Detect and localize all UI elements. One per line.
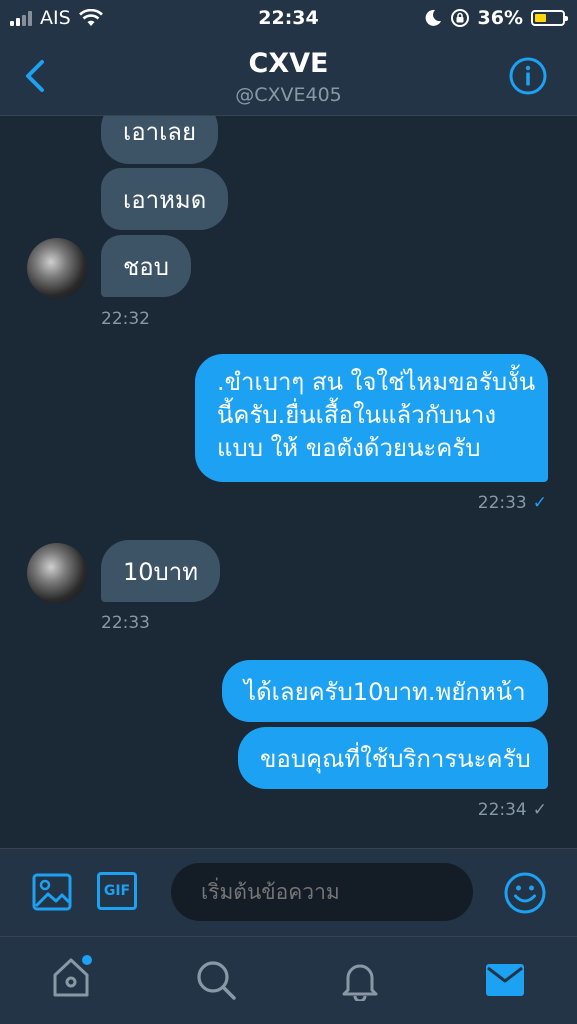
message-list[interactable]: เอาเลย เอาหมด ชอบ 22:32 .ขำเบาๆ สน ใจใช่…: [0, 116, 577, 848]
message-timestamp: 22:33 ✓: [478, 493, 547, 513]
avatar[interactable]: [27, 543, 87, 603]
message-bubble-incoming[interactable]: 10บาท: [101, 540, 221, 602]
info-icon[interactable]: [509, 57, 547, 95]
image-icon[interactable]: [32, 873, 72, 911]
search-icon[interactable]: [195, 959, 237, 1001]
message-text: เอาเลย: [123, 118, 197, 146]
message-text: ได้เลยครับ10บาท.พยักหน้า: [244, 678, 526, 706]
home-icon[interactable]: [50, 953, 96, 1001]
message-bubble-incoming[interactable]: เอาหมด: [101, 168, 229, 230]
message-text: 10บาท: [123, 558, 199, 586]
bottom-tab-bar: [0, 936, 577, 1024]
message-text: เอาหมด: [123, 186, 207, 214]
battery-percent: 36%: [477, 7, 523, 29]
message-bubble-outgoing[interactable]: .ขำเบาๆ สน ใจใช่ไหมขอรับงั้น นี้ครับ.ยื่…: [195, 354, 548, 482]
message-bubble-outgoing[interactable]: ได้เลยครับ10บาท.พยักหน้า: [222, 660, 548, 722]
conversation-handle: @CXVE405: [235, 84, 342, 106]
conversation-header: CXVE @CXVE405: [0, 38, 577, 116]
conversation-title: CXVE: [248, 48, 329, 79]
sent-check-icon: ✓: [532, 800, 547, 820]
rotation-lock-icon: [450, 9, 469, 27]
message-text: ชอบ: [123, 253, 169, 281]
bell-icon[interactable]: [340, 959, 380, 1001]
read-check-icon: ✓: [532, 493, 547, 513]
message-input[interactable]: [171, 863, 473, 921]
composer-bar: GIF: [0, 848, 577, 936]
message-text-line: .ขำเบาๆ สน ใจใช่ไหมขอรับงั้น: [217, 368, 536, 396]
message-text: ขอบคุณที่ใช้บริการนะครับ: [260, 745, 531, 773]
gif-icon[interactable]: GIF: [97, 872, 137, 910]
battery-icon: [531, 10, 568, 26]
emoji-icon[interactable]: [503, 871, 547, 915]
gif-label: GIF: [103, 883, 131, 899]
moon-icon: [425, 9, 441, 26]
timestamp-text: 22:33: [477, 493, 527, 513]
message-text-line: นี้ครับ.ยื่นเสื้อในแล้วกับนาง: [217, 401, 497, 429]
status-bar: AIS 22:34 36%: [0, 0, 577, 38]
message-bubble-incoming[interactable]: ชอบ: [101, 235, 191, 297]
message-timestamp: 22:32: [101, 309, 150, 329]
timestamp-text: 22:34: [477, 800, 527, 820]
avatar[interactable]: [27, 238, 87, 298]
message-timestamp: 22:34 ✓: [478, 800, 547, 820]
message-bubble-outgoing[interactable]: ขอบคุณที่ใช้บริการนะครับ: [238, 727, 548, 789]
message-bubble-incoming[interactable]: เอาเลย: [101, 116, 219, 164]
status-right: 36%: [424, 7, 568, 29]
message-timestamp: 22:33: [101, 613, 150, 633]
mail-icon[interactable]: [485, 963, 525, 997]
message-text-line: แบบ ให้ ขอตังด้วยนะครับ: [217, 434, 481, 462]
